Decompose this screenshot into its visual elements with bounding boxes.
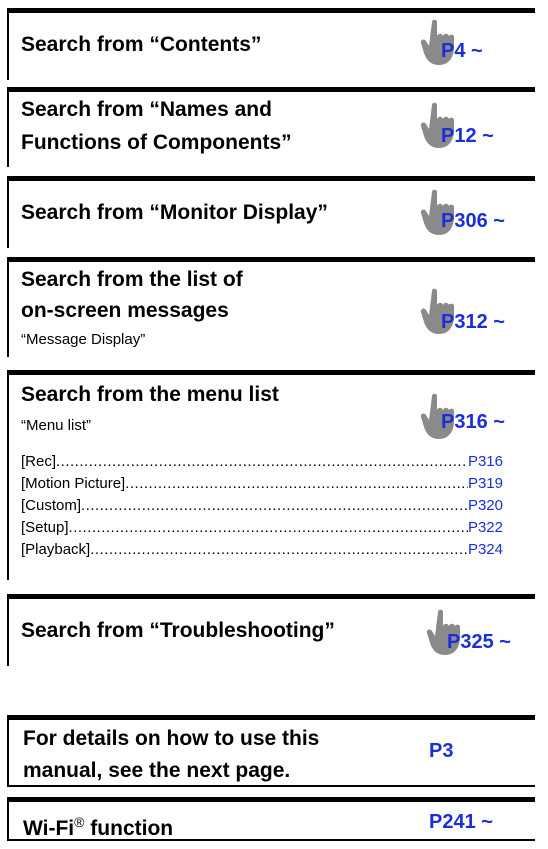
section-components: Search from “Names and Functions of Comp… xyxy=(7,87,535,167)
section-troubleshooting: Search from “Troubleshooting” P325 ~ xyxy=(7,594,535,666)
section-monitor-display: Search from “Monitor Display” P306 ~ xyxy=(7,176,535,248)
menu-label: [Custom] xyxy=(21,497,82,514)
section-top-bar xyxy=(7,8,535,13)
wifi-box: Wi-Fi® function P241 ~ xyxy=(7,797,535,841)
section-top-bar xyxy=(7,370,535,375)
menu-label: [Playback] xyxy=(21,541,91,558)
page-link[interactable]: P12 ~ xyxy=(441,125,494,148)
leader-dots xyxy=(125,474,468,494)
section-title: Search from “Monitor Display” xyxy=(21,196,328,229)
menu-label: [Setup] xyxy=(21,519,69,536)
title-quote: ” xyxy=(281,131,292,154)
page-link[interactable]: P306 ~ xyxy=(441,210,505,233)
title-text: Functions of Components xyxy=(21,131,282,154)
section-subtitle: “Message Display” xyxy=(21,331,146,348)
title-text: Search from xyxy=(21,201,150,224)
title-text: Search from xyxy=(21,619,150,642)
section-messages: Search from the list of on-screen messag… xyxy=(7,257,535,357)
section-title: Search from “Troubleshooting” xyxy=(21,614,335,647)
menu-row-motion-picture[interactable]: [Motion Picture] P319 xyxy=(21,474,503,494)
menu-row-custom[interactable]: [Custom] P320 xyxy=(21,496,503,516)
section-top-bar xyxy=(7,594,535,599)
page-link[interactable]: P316 ~ xyxy=(441,411,505,434)
leader-dots xyxy=(56,452,468,472)
menu-page-link[interactable]: P320 xyxy=(468,496,503,516)
menu-row-setup[interactable]: [Setup] P322 xyxy=(21,518,503,538)
title-quoted: “Contents” xyxy=(149,33,262,56)
page-link[interactable]: P312 ~ xyxy=(441,311,505,334)
wifi-label-rest: function xyxy=(84,817,174,840)
details-box: For details on how to use this manual, s… xyxy=(7,715,535,787)
details-line1: For details on how to use this xyxy=(23,727,320,750)
page-link[interactable]: P4 ~ xyxy=(441,40,483,63)
section-left-rule xyxy=(7,594,9,666)
registered-mark: ® xyxy=(74,814,85,830)
menu-row-rec[interactable]: [Rec] P316 xyxy=(21,452,503,472)
section-menu-list: Search from the menu list “Menu list” P3… xyxy=(7,370,535,580)
section-top-bar xyxy=(7,176,535,181)
menu-label: [Rec] xyxy=(21,453,57,470)
menu-label: [Motion Picture] xyxy=(21,475,126,492)
section-title-line2: Functions of Components” xyxy=(21,126,292,159)
page-link[interactable]: P241 ~ xyxy=(429,811,493,834)
details-line2: manual, see the next page. xyxy=(23,759,291,782)
section-title: Search from the menu list xyxy=(21,383,279,406)
wifi-title: Wi-Fi® function xyxy=(23,806,173,845)
section-title-line2: on-screen messages xyxy=(21,299,229,322)
page-link[interactable]: P325 ~ xyxy=(447,631,511,654)
section-title: Search from “Contents” xyxy=(21,28,261,61)
section-left-rule xyxy=(7,87,9,167)
page-link[interactable]: P3 xyxy=(429,740,453,763)
title-text: Search from xyxy=(21,33,150,56)
menu-row-playback[interactable]: [Playback] P324 xyxy=(21,540,503,560)
title-quoted: “Troubleshooting” xyxy=(149,619,335,642)
leader-dots xyxy=(81,496,468,516)
section-left-rule xyxy=(7,176,9,248)
section-title-line1: Search from the list of xyxy=(21,268,243,291)
menu-page-link[interactable]: P322 xyxy=(468,518,503,538)
section-title-line1: Search from “Names and xyxy=(21,98,272,121)
menu-page-link[interactable]: P324 xyxy=(468,540,503,560)
section-top-bar xyxy=(7,87,535,92)
wifi-label: Wi-Fi xyxy=(23,817,75,840)
section-subtitle: “Menu list” xyxy=(21,417,92,434)
title-quoted: “Monitor Display” xyxy=(149,201,328,224)
section-contents: Search from “Contents” P4 ~ xyxy=(7,8,535,80)
menu-page-link[interactable]: P319 xyxy=(468,474,503,494)
leader-dots xyxy=(90,540,468,560)
leader-dots xyxy=(69,518,468,538)
menu-page-link[interactable]: P316 xyxy=(468,452,503,472)
section-left-rule xyxy=(7,8,9,80)
section-top-bar xyxy=(7,257,535,262)
section-left-rule xyxy=(7,370,9,580)
section-left-rule xyxy=(7,257,9,357)
